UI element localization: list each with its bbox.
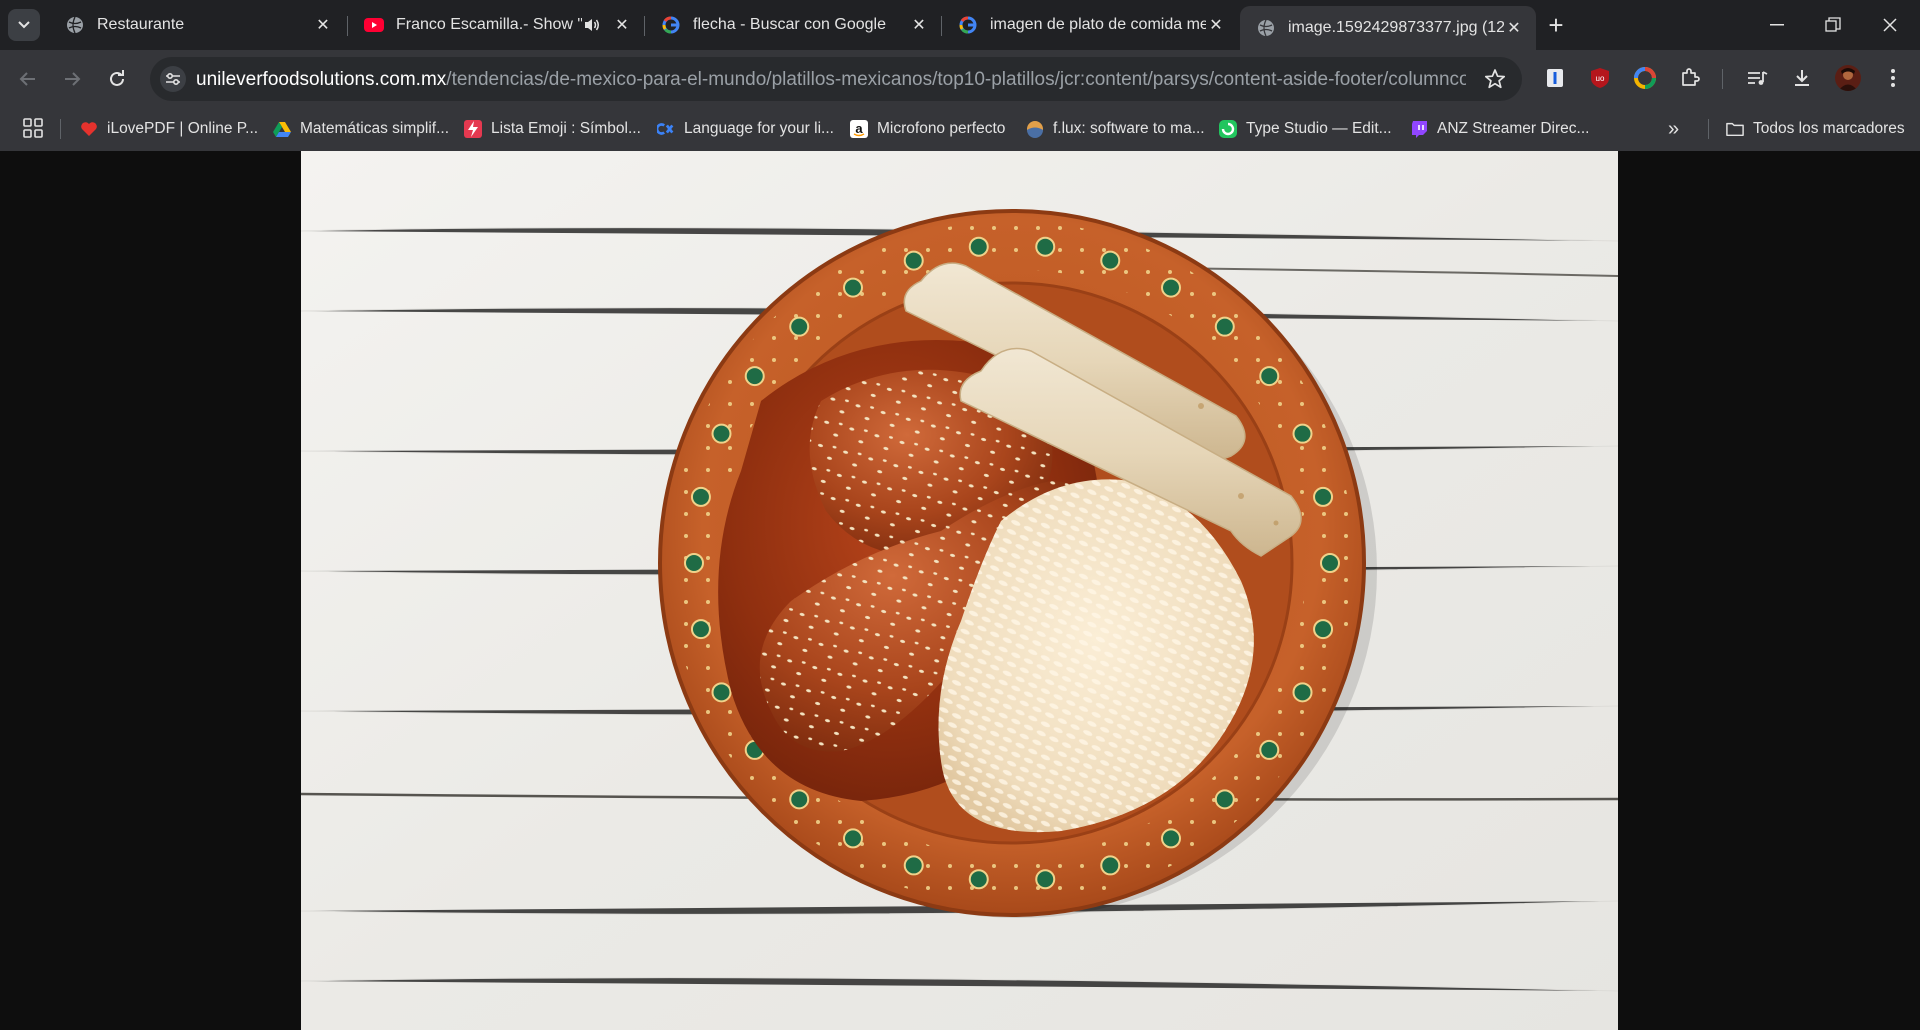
tab-flecha-google[interactable]: flecha - Buscar con Google ✕ <box>645 6 941 44</box>
url-path: /tendencias/de-mexico-para-el-mundo/plat… <box>446 69 1466 90</box>
close-tab-icon[interactable]: ✕ <box>1504 18 1524 38</box>
twitch-icon <box>1410 120 1428 138</box>
reload-icon <box>110 70 124 86</box>
bookmark-label: f.lux: software to ma... <box>1053 120 1205 137</box>
bookmark-anz-streamer[interactable]: ANZ Streamer Direc... <box>1410 107 1589 151</box>
drive-icon <box>273 120 291 138</box>
tab-title: Restaurante <box>97 16 185 33</box>
minimize-icon <box>1770 24 1784 26</box>
restore-icon <box>1825 17 1841 32</box>
apps-grid-icon[interactable] <box>22 117 44 139</box>
all-bookmarks-label: Todos los marcadores <box>1753 120 1905 137</box>
address-bar[interactable]: unileverfoodsolutions.com.mx/tendencias/… <box>150 57 1522 101</box>
bookmark-ilovepdf[interactable]: iLovePDF | Online P... <box>80 107 258 151</box>
tab-title: Franco Escamilla.- Show "¡Y <box>396 16 582 33</box>
extension-color-icon[interactable] <box>1632 65 1658 91</box>
flux-icon <box>1026 120 1044 138</box>
bookmark-flux[interactable]: f.lux: software to ma... <box>1026 107 1205 151</box>
bookmark-typestudio[interactable]: Type Studio — Edit... <box>1219 107 1392 151</box>
close-tab-icon[interactable]: ✕ <box>313 15 333 35</box>
tab-strip: Restaurante ✕ Franco Escamilla.- Show "¡… <box>0 0 1920 50</box>
tab-search-button[interactable] <box>8 9 40 41</box>
bookmark-label: Matemáticas simplif... <box>300 120 450 137</box>
back-button[interactable] <box>13 64 43 94</box>
tune-icon <box>166 72 180 86</box>
bookmark-star-icon[interactable] <box>1484 68 1506 90</box>
extensions-puzzle-icon[interactable] <box>1677 65 1703 91</box>
reload-button[interactable] <box>102 64 132 94</box>
folder-icon <box>1726 120 1744 138</box>
extension-ublock-icon[interactable]: uo <box>1587 65 1613 91</box>
bookmark-label: ANZ Streamer Direc... <box>1437 120 1590 137</box>
all-bookmarks-folder[interactable]: Todos los marcadores <box>1726 107 1905 151</box>
new-tab-button[interactable]: + <box>1541 10 1571 40</box>
tab-imagen-plato-google[interactable]: imagen de plato de comida me ✕ <box>942 6 1238 44</box>
speaker-icon[interactable] <box>582 15 602 35</box>
tab-franco-escamilla[interactable]: Franco Escamilla.- Show "¡Y ✕ <box>348 6 644 44</box>
forward-button[interactable] <box>57 64 87 94</box>
restore-button[interactable] <box>1805 0 1861 50</box>
globe-icon <box>65 15 85 35</box>
tab-restaurante[interactable]: Restaurante ✕ <box>49 6 345 44</box>
svg-text:uo: uo <box>1596 74 1605 83</box>
globe-icon <box>1256 18 1276 38</box>
google-icon <box>958 15 978 35</box>
arrow-right-icon <box>65 72 81 86</box>
svg-text:a: a <box>855 121 863 136</box>
food-photo[interactable] <box>301 151 1618 1030</box>
bookmark-label: Lista Emoji : Símbol... <box>491 120 641 137</box>
bookmark-matematicas[interactable]: Matemáticas simplif... <box>273 107 449 151</box>
close-icon <box>1883 18 1897 32</box>
toolbar: unileverfoodsolutions.com.mx/tendencias/… <box>0 50 1920 107</box>
bookmark-microfono[interactable]: a Microfono perfecto <box>850 107 1005 151</box>
arrow-left-icon <box>19 72 35 86</box>
bookmarks-bar: iLovePDF | Online P... Matemáticas simpl… <box>0 107 1920 152</box>
bookmark-label: Type Studio — Edit... <box>1246 120 1392 137</box>
close-window-button[interactable] <box>1862 0 1918 50</box>
extension-bitwarden-icon[interactable] <box>1542 65 1568 91</box>
toolbar-divider <box>1722 69 1723 89</box>
bookmark-label: Microfono perfecto <box>877 120 1006 137</box>
menu-kebab-icon[interactable] <box>1880 65 1906 91</box>
media-controls-icon[interactable] <box>1744 65 1770 91</box>
chevron-down-icon <box>18 21 30 29</box>
mole-plate-image <box>301 151 1618 1030</box>
url-host: unileverfoodsolutions.com.mx <box>196 69 447 90</box>
close-tab-icon[interactable]: ✕ <box>909 15 929 35</box>
tab-image-jpg[interactable]: image.1592429873377.jpg (128 ✕ <box>1240 6 1536 50</box>
url-text[interactable]: unileverfoodsolutions.com.mx/tendencias/… <box>196 69 1466 91</box>
minimize-button[interactable] <box>1749 0 1805 50</box>
bookmark-language[interactable]: Language for your li... <box>657 107 834 151</box>
close-tab-icon[interactable]: ✕ <box>612 15 632 35</box>
youtube-icon <box>364 15 384 35</box>
bookmarks-divider <box>60 119 61 139</box>
image-viewer <box>0 151 1920 1030</box>
bookmark-lista-emoji[interactable]: Lista Emoji : Símbol... <box>464 107 641 151</box>
bookmark-label: iLovePDF | Online P... <box>107 120 259 137</box>
amazon-icon: a <box>850 120 868 138</box>
download-icon[interactable] <box>1789 65 1815 91</box>
lightning-icon <box>464 120 482 138</box>
google-icon <box>661 15 681 35</box>
site-info-button[interactable] <box>160 66 186 92</box>
language-icon <box>657 120 675 138</box>
typestudio-icon <box>1219 120 1237 138</box>
bookmark-label: Language for your li... <box>684 120 834 137</box>
tab-title: flecha - Buscar con Google <box>693 16 886 33</box>
close-tab-icon[interactable]: ✕ <box>1206 15 1226 35</box>
profile-avatar[interactable] <box>1834 64 1862 92</box>
tab-title: imagen de plato de comida me <box>990 16 1206 33</box>
tab-title: image.1592429873377.jpg (128 <box>1288 19 1504 36</box>
heart-icon <box>80 120 98 138</box>
bookmarks-divider <box>1708 119 1709 139</box>
more-bookmarks-chevron-icon[interactable]: » <box>1668 118 1679 141</box>
